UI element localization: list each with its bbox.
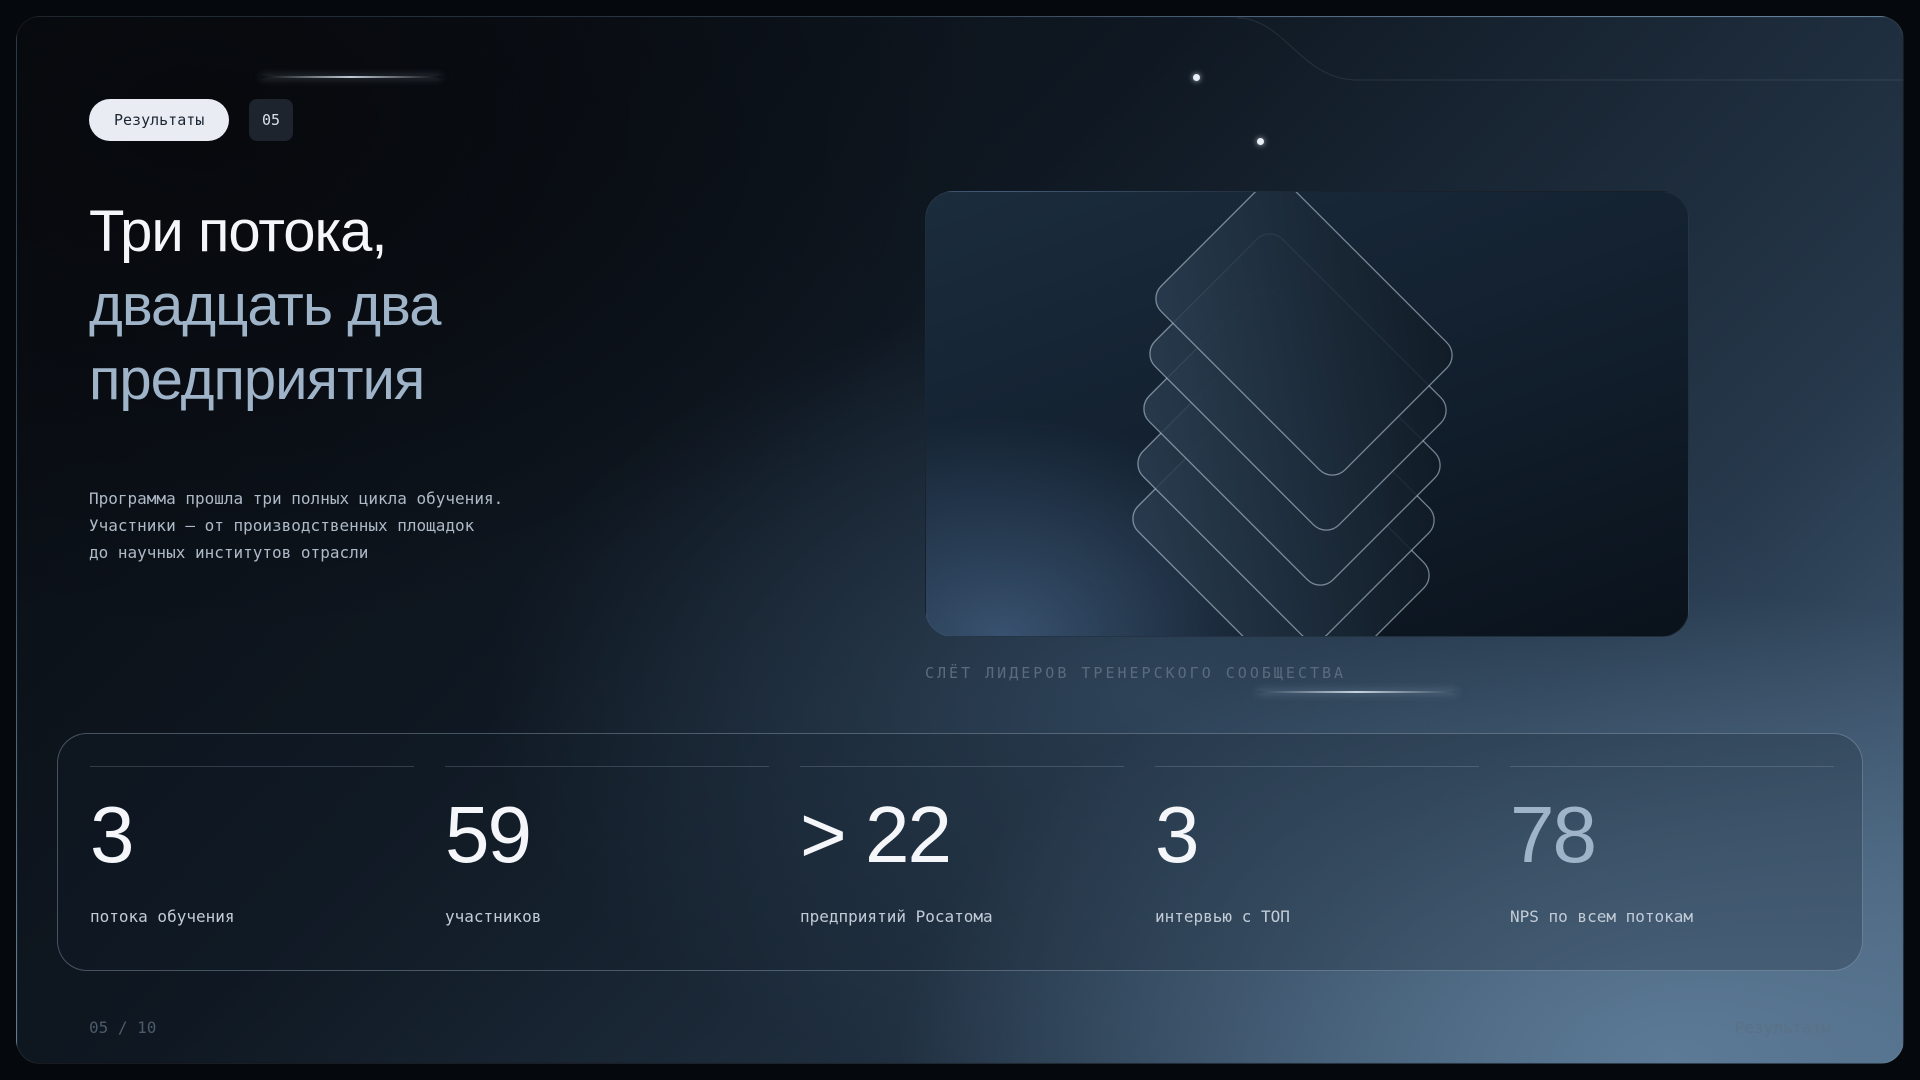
stat-label: интервью с ТОП [1155, 907, 1290, 926]
stat-nps: 78 NPS по всем потокам [1510, 766, 1834, 946]
stat-value: 3 [1155, 790, 1199, 879]
stat-label: NPS по всем потокам [1510, 907, 1694, 926]
stat-participants: 59 участников [445, 766, 769, 946]
section-tag: Результаты [89, 99, 230, 141]
dot-decoration [1257, 138, 1264, 145]
glow-line-decoration [1257, 691, 1457, 693]
stat-value: 78 [1510, 790, 1597, 879]
title-line-2: двадцать два [89, 273, 441, 338]
stat-value: > 22 [800, 790, 952, 879]
stacked-cards-icon [1132, 192, 1453, 636]
title-line-1: Три потока, [89, 199, 388, 264]
description-line: Программа прошла три полных цикла обучен… [89, 489, 504, 508]
stat-label: предприятий Росатома [800, 907, 993, 926]
image-caption: СЛЁТ ЛИДЕРОВ ТРЕНЕРСКОГО СООБЩЕСТВА [925, 664, 1347, 682]
page-indicator: 05 / 10 [89, 1018, 157, 1037]
stats-panel: 3 потока обучения 59 участников > 22 пре… [57, 733, 1863, 971]
description-line: Участники — от производственных площадок [89, 516, 475, 535]
stat-label: потока обучения [90, 907, 235, 926]
stat-interviews: 3 интервью с ТОП [1155, 766, 1479, 946]
slide-title: Три потока, двадцать два предприятия [89, 195, 789, 417]
glow-line-decoration [261, 76, 441, 78]
dot-decoration [1193, 74, 1200, 81]
stat-value: 3 [90, 790, 134, 879]
stat-label: участников [445, 907, 542, 926]
description-line: до научных институтов отрасли [89, 543, 369, 562]
stat-enterprises: > 22 предприятий Росатома [800, 766, 1124, 946]
slide-frame: Результаты 05 Три потока, двадцать два п… [16, 16, 1904, 1064]
hero-image-panel [925, 191, 1689, 637]
stat-value: 59 [445, 790, 532, 879]
title-line-3: предприятия [89, 347, 425, 412]
footer-section-name: Результаты [1734, 1018, 1831, 1037]
stat-streams: 3 потока обучения [90, 766, 414, 946]
section-number-badge: 05 [249, 99, 293, 141]
slide-description: Программа прошла три полных цикла обучен… [89, 485, 689, 566]
